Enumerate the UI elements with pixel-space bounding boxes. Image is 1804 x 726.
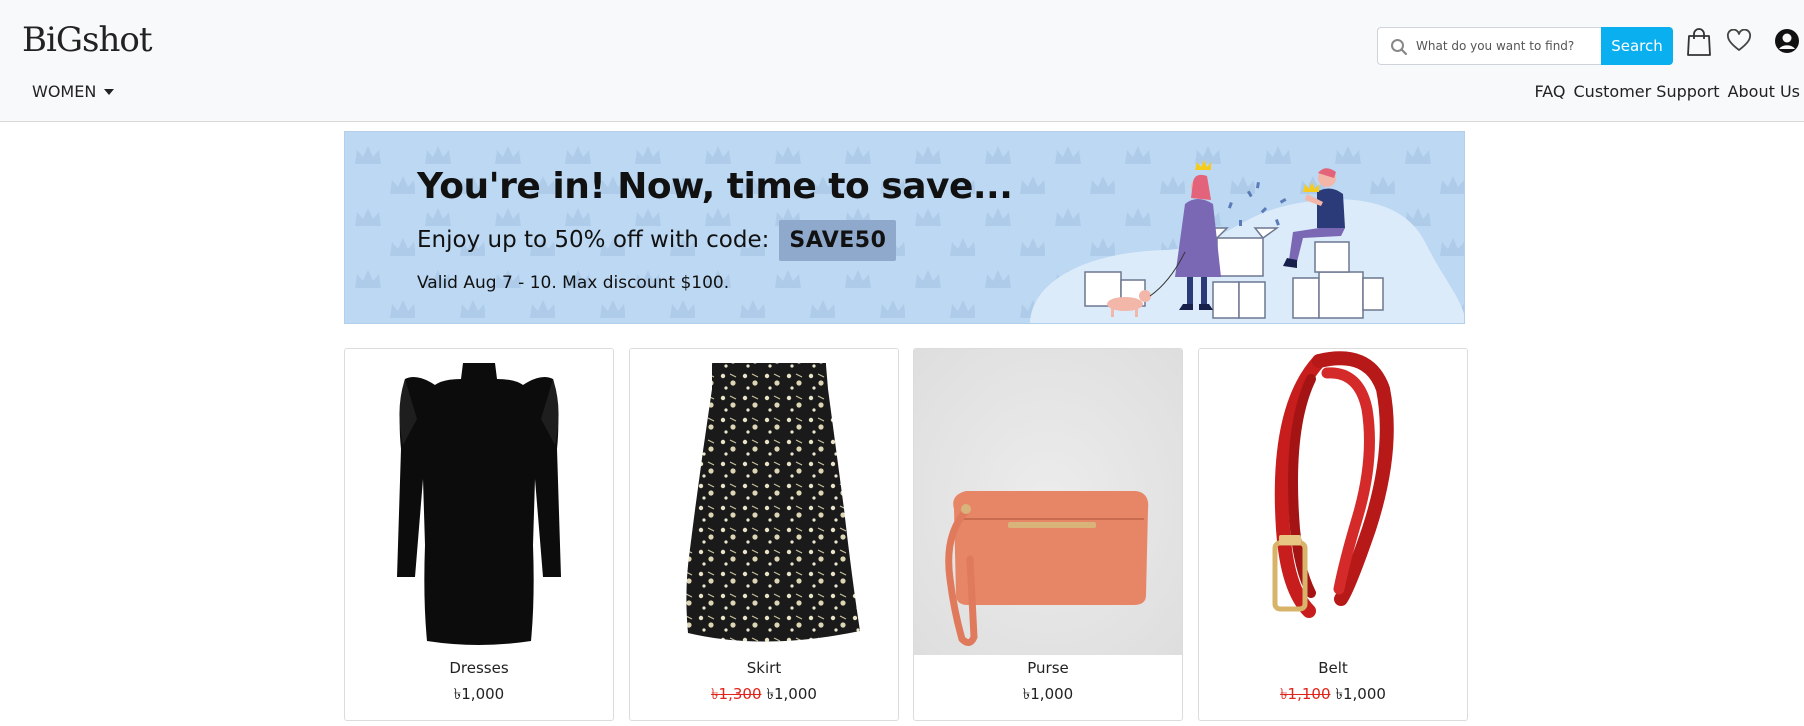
- product-card-belt[interactable]: Belt ৳1,100 ৳1,000: [1198, 348, 1468, 721]
- shopping-bag-icon[interactable]: [1686, 27, 1712, 57]
- red-belt-image: [1199, 349, 1467, 655]
- product-card-purse[interactable]: Purse ৳1,000: [913, 348, 1183, 721]
- caret-down-icon: [104, 88, 115, 95]
- user-account-icon[interactable]: [1774, 28, 1800, 54]
- search-bar: Search: [1377, 27, 1673, 65]
- coral-purse-image: [914, 349, 1182, 655]
- product-name: Purse: [1027, 659, 1069, 677]
- category-dropdown[interactable]: WOMEN: [32, 82, 115, 101]
- customer-support-link[interactable]: Customer Support: [1574, 82, 1720, 101]
- black-dress-image: [345, 349, 613, 655]
- product-price: ৳1,000: [1022, 685, 1074, 703]
- banner-offer: Enjoy up to 50% off with code: SAVE50: [417, 214, 897, 266]
- faq-link[interactable]: FAQ: [1535, 82, 1566, 101]
- search-field-wrapper: [1377, 27, 1601, 65]
- product-price-row: ৳1,000: [914, 683, 1182, 708]
- product-price-row: ৳1,300 ৳1,000: [630, 683, 898, 708]
- search-icon: [1391, 39, 1408, 56]
- promo-banner[interactable]: You're in! Now, time to save... Enjoy up…: [344, 131, 1465, 324]
- product-old-price: ৳1,300: [711, 685, 762, 703]
- banner-offer-text: Enjoy up to 50% off with code:: [417, 227, 770, 253]
- brand-logo[interactable]: BiGshot: [22, 18, 152, 62]
- product-price: ৳1,000: [1335, 685, 1386, 703]
- header-links: FAQ Customer Support About Us: [1535, 82, 1801, 101]
- banner-validity: Valid Aug 7 - 10. Max discount $100.: [417, 273, 730, 293]
- search-input[interactable]: [1416, 28, 1596, 64]
- product-price-row: ৳1,000: [345, 683, 613, 708]
- search-button[interactable]: Search: [1601, 27, 1673, 65]
- product-name: Skirt: [746, 659, 782, 677]
- about-us-link[interactable]: About Us: [1728, 82, 1800, 101]
- heart-icon[interactable]: [1726, 29, 1752, 53]
- product-price-row: ৳1,100 ৳1,000: [1199, 683, 1467, 708]
- product-old-price: ৳1,100: [1280, 685, 1331, 703]
- category-dropdown-label: WOMEN: [32, 82, 97, 101]
- product-name: Dresses: [449, 659, 509, 677]
- banner-title: You're in! Now, time to save...: [417, 166, 1013, 207]
- promo-code-badge: SAVE50: [779, 219, 897, 261]
- product-price: ৳1,000: [453, 685, 505, 703]
- product-card-dresses[interactable]: Dresses ৳1,000: [344, 348, 614, 721]
- product-card-skirt[interactable]: Skirt ৳1,300 ৳1,000: [629, 348, 899, 721]
- site-header: BiGshot Search WOMEN FAQ Customer Suppor…: [0, 0, 1804, 122]
- product-name: Belt: [1318, 659, 1348, 677]
- floral-skirt-image: [630, 349, 898, 655]
- product-price: ৳1,000: [766, 685, 817, 703]
- shopping-celebration-illustration: [1030, 160, 1464, 323]
